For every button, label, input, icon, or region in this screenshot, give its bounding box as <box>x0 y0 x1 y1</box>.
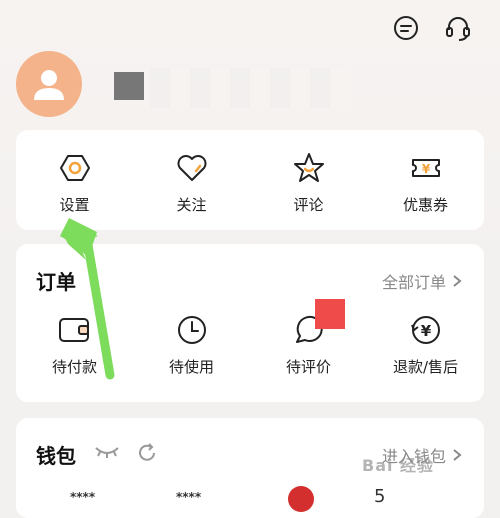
shortcut-coupon[interactable]: ¥ 优惠券 <box>367 148 484 215</box>
heart-icon <box>172 148 212 188</box>
orders-title: 订单 <box>36 270 76 294</box>
message-icon[interactable] <box>390 12 422 44</box>
wallet-actions <box>94 442 158 464</box>
shortcut-settings[interactable]: 设置 <box>16 148 133 215</box>
shortcut-label: 设置 <box>59 196 90 214</box>
order-label: 待评价 <box>285 358 331 376</box>
order-label: 待付款 <box>51 358 97 376</box>
shortcut-label: 优惠券 <box>402 196 448 214</box>
header-icon-bar <box>390 12 474 44</box>
shortcut-follow[interactable]: 关注 <box>133 148 250 215</box>
wallet-points-masked: **** <box>176 490 202 504</box>
orders-grid: 待付款 待使用 待评价 ¥ 退款/售后 <box>16 310 484 377</box>
orders-card: 订单 全部订单 待付款 待使用 待评价 ¥ 退款/售后 <box>16 244 484 402</box>
avatar[interactable] <box>16 51 82 117</box>
chevron-right-icon <box>453 275 462 287</box>
customer-service-icon[interactable] <box>442 12 474 44</box>
shortcuts-grid: 设置 关注 评论 ¥ 优惠券 <box>16 148 484 215</box>
eye-closed-icon[interactable] <box>94 442 120 462</box>
baidu-watermark: Bai 经验 <box>362 456 435 475</box>
wallet-icon <box>55 310 95 350</box>
svg-text:¥: ¥ <box>421 162 430 176</box>
order-pending-payment[interactable]: 待付款 <box>16 310 133 377</box>
shortcut-label: 关注 <box>176 196 207 214</box>
refund-icon: ¥ <box>406 310 446 350</box>
order-to-use[interactable]: 待使用 <box>133 310 250 377</box>
wallet-count: 5 <box>374 486 386 507</box>
shortcut-label: 评论 <box>293 196 324 214</box>
shortcuts-card: 设置 关注 评论 ¥ 优惠券 <box>16 130 484 230</box>
order-to-review[interactable]: 待评价 <box>250 310 367 377</box>
refresh-icon[interactable] <box>136 442 158 464</box>
wallet-balance-masked: **** <box>70 490 96 504</box>
chevron-right-icon <box>453 449 462 461</box>
user-avatar-icon <box>34 70 64 100</box>
coupon-icon: ¥ <box>406 148 446 188</box>
username-redacted[interactable] <box>114 72 144 100</box>
wallet-title: 钱包 <box>36 444 76 468</box>
settings-icon <box>55 148 95 188</box>
bank-logo-icon <box>288 486 314 512</box>
red-redaction-block <box>315 299 345 329</box>
clock-icon <box>172 310 212 350</box>
order-label: 待使用 <box>168 358 214 376</box>
order-label: 退款/售后 <box>392 358 459 376</box>
star-comment-icon <box>289 148 329 188</box>
username-mosaic <box>150 68 350 108</box>
all-orders-label: 全部订单 <box>381 273 446 292</box>
svg-text:¥: ¥ <box>420 322 431 340</box>
shortcut-comment[interactable]: 评论 <box>250 148 367 215</box>
all-orders-link[interactable]: 全部订单 <box>382 269 462 293</box>
order-refund[interactable]: ¥ 退款/售后 <box>367 310 484 377</box>
